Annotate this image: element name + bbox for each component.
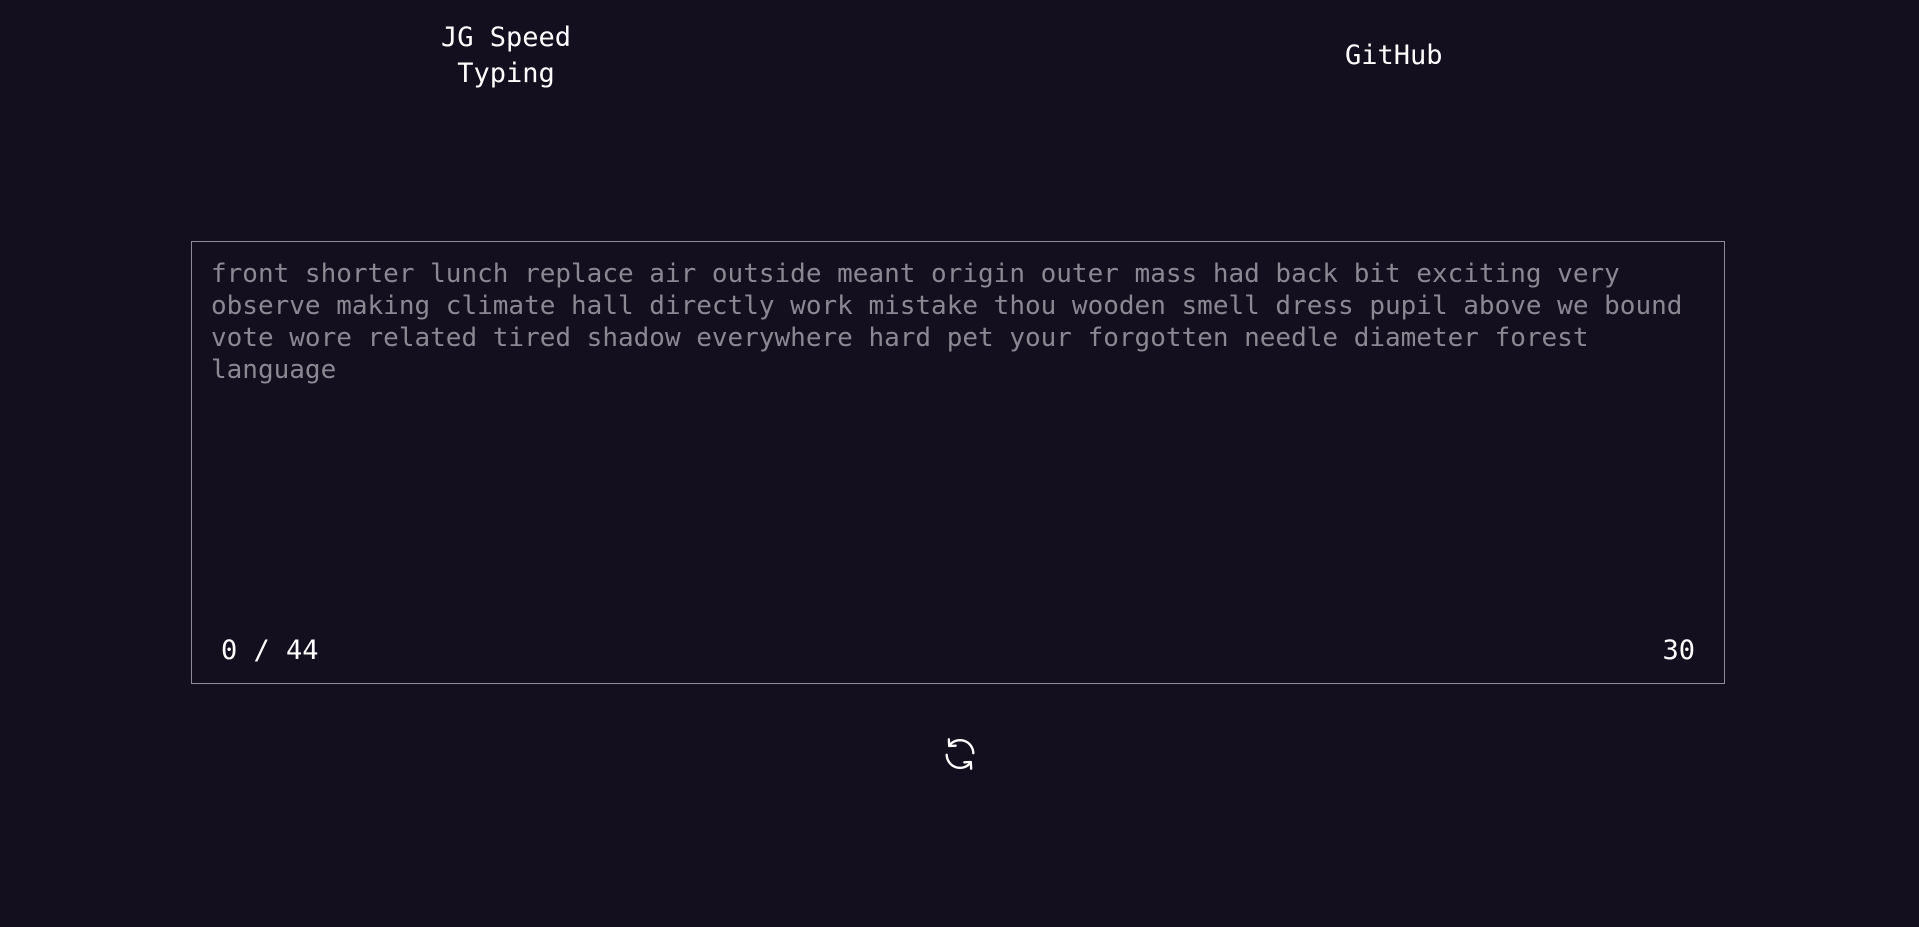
word-progress-counter: 0 / 44 [221,635,319,666]
brand-line-2: Typing [457,58,555,89]
brand-line-1: JG Speed [441,22,572,53]
site-logo-link[interactable]: JG Speed Typing [441,20,571,92]
restart-button[interactable] [940,734,980,774]
github-link[interactable]: GitHub [1345,38,1443,74]
countdown-timer: 30 [1662,635,1695,666]
word-list: front shorter lunch replace air outside … [211,259,1683,385]
typing-test-area[interactable]: front shorter lunch replace air outside … [191,241,1725,684]
top-nav: JG Speed Typing GitHub [0,0,1919,110]
refresh-icon [940,734,980,774]
